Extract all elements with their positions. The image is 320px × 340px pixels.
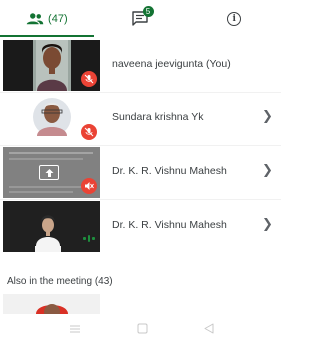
row-divider xyxy=(0,145,281,146)
participant-photo-tile xyxy=(3,93,100,144)
chat-unread-badge: 5 xyxy=(142,5,154,17)
profile-photo xyxy=(3,294,100,314)
system-navigation-bar xyxy=(0,315,281,340)
chevron-right-icon[interactable]: ❯ xyxy=(262,162,273,178)
participant-row[interactable]: naveena jeevigunta (You) xyxy=(0,40,281,91)
participant-presentation-tile xyxy=(3,147,100,198)
mic-off-icon xyxy=(81,124,97,140)
participant-row[interactable]: Dr. K. R. Vishnu Mahesh ❯ xyxy=(0,147,281,198)
participant-name: Dr. K. R. Vishnu Mahesh xyxy=(112,219,227,231)
volume-off-icon xyxy=(81,178,97,194)
row-divider xyxy=(0,199,281,200)
participant-photo-tile xyxy=(3,294,100,314)
participant-video-tile xyxy=(3,40,100,91)
present-screen-icon xyxy=(39,165,59,180)
people-icon xyxy=(26,12,44,24)
speaking-indicator-icon xyxy=(83,235,95,242)
participant-name: Sundara krishna Yk xyxy=(112,111,204,123)
tab-info[interactable]: i xyxy=(187,0,281,37)
menu-icon[interactable] xyxy=(70,321,80,339)
chevron-right-icon[interactable]: ❯ xyxy=(262,216,273,232)
home-icon[interactable] xyxy=(137,321,148,339)
camera-video-tile xyxy=(3,201,100,252)
mic-off-icon xyxy=(81,71,97,87)
also-in-meeting-label: Also in the meeting (43) xyxy=(7,276,113,287)
participant-video-tile xyxy=(3,201,100,252)
tab-chat[interactable]: 5 xyxy=(94,0,188,37)
info-icon: i xyxy=(227,11,242,26)
participant-name: Dr. K. R. Vishnu Mahesh xyxy=(112,165,227,177)
participant-row[interactable]: Dr. K. R. Vishnu Mahesh ❯ xyxy=(0,201,281,252)
participant-count: (47) xyxy=(48,12,68,25)
participants-tab-bar: (47) 5 i xyxy=(0,0,281,37)
tab-people[interactable]: (47) xyxy=(0,0,94,37)
back-icon[interactable] xyxy=(204,321,214,339)
participant-row[interactable]: Sundara krishna Yk ❯ xyxy=(0,93,281,144)
chevron-right-icon[interactable]: ❯ xyxy=(262,108,273,124)
participant-name: naveena jeevigunta (You) xyxy=(112,58,231,70)
participant-row[interactable] xyxy=(0,294,281,314)
